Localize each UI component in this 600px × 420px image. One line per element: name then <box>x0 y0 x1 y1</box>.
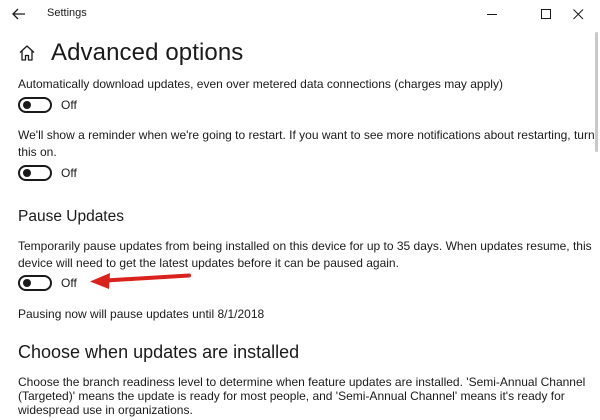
window-title: Settings <box>47 7 87 19</box>
title-bar: Settings <box>0 0 600 28</box>
pause-updates-note: Pausing now will pause updates until 8/1… <box>18 307 265 321</box>
restart-reminder-label-line1: We'll show a reminder when we're going t… <box>18 128 595 142</box>
metered-download-label: Automatically download updates, even ove… <box>18 77 503 91</box>
close-icon <box>572 8 583 19</box>
metered-download-toggle-row: Off <box>18 96 77 114</box>
restart-reminder-toggle-state: Off <box>61 166 77 180</box>
pause-updates-toggle-row: Off <box>18 274 77 292</box>
close-button[interactable] <box>556 0 600 28</box>
pause-updates-heading: Pause Updates <box>18 208 124 225</box>
minimize-icon <box>486 13 497 15</box>
choose-when-heading: Choose when updates are installed <box>18 342 300 362</box>
restart-reminder-toggle[interactable] <box>18 165 52 181</box>
minimize-button[interactable] <box>470 0 514 28</box>
page-title: Advanced options <box>51 39 244 66</box>
pause-updates-toggle-state: Off <box>61 276 77 290</box>
pause-updates-description-line1: Temporarily pause updates from being ins… <box>18 239 592 253</box>
choose-when-description-line3: widespread use in organizations. <box>18 403 193 417</box>
pause-updates-toggle[interactable] <box>18 275 52 291</box>
toggle-knob <box>23 279 31 287</box>
restart-reminder-label-line2: this on. <box>18 145 57 159</box>
maximize-icon <box>540 8 551 19</box>
home-icon[interactable] <box>18 44 36 62</box>
scrollbar[interactable] <box>594 28 600 420</box>
scroll-thumb[interactable] <box>595 32 598 152</box>
toggle-knob <box>23 101 31 109</box>
back-button[interactable] <box>10 6 28 22</box>
metered-download-toggle[interactable] <box>18 97 52 113</box>
metered-download-toggle-state: Off <box>61 98 77 112</box>
pause-updates-description-line2: device will need to get the latest updat… <box>18 256 399 270</box>
restart-reminder-toggle-row: Off <box>18 164 77 182</box>
toggle-knob <box>23 169 31 177</box>
red-arrow-icon <box>90 273 191 289</box>
back-arrow-icon <box>12 8 25 20</box>
